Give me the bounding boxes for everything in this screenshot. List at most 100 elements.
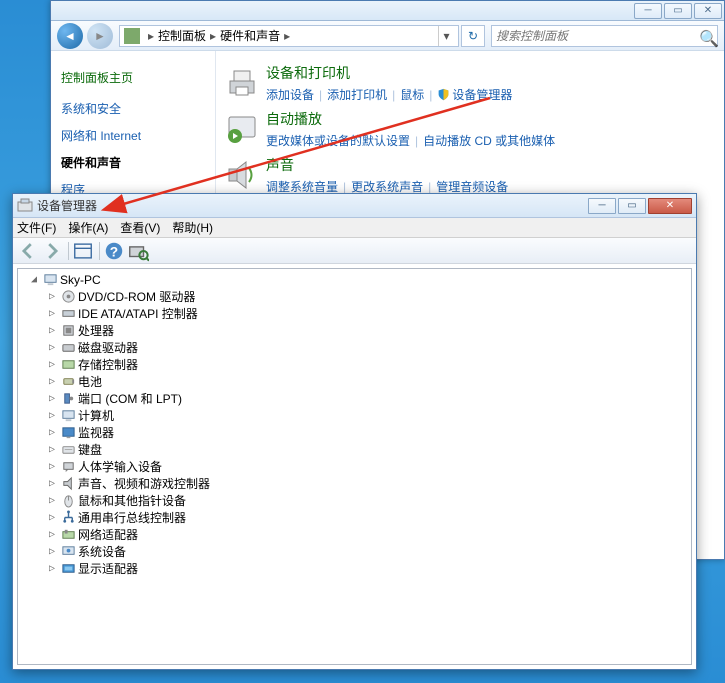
dm-tree[interactable]: ◢ Sky-PC ▷DVD/CD-ROM 驱动器▷IDE ATA/ATAPI 控… (17, 268, 692, 665)
dm-toolbar: ? (13, 238, 696, 264)
menu-view[interactable]: 查看(V) (120, 219, 160, 236)
search-box[interactable]: 🔍 (491, 25, 718, 47)
expand-closed-icon[interactable]: ▷ (46, 342, 58, 353)
expand-closed-icon[interactable]: ▷ (46, 359, 58, 370)
tree-node[interactable]: ▷计算机 (20, 407, 689, 424)
maximize-button[interactable]: ▭ (664, 3, 692, 19)
dm-titlebar[interactable]: 设备管理器 ─ ▭ ✕ (13, 194, 696, 218)
menu-action[interactable]: 操作(A) (68, 219, 108, 236)
tree-node[interactable]: ▷DVD/CD-ROM 驱动器 (20, 288, 689, 305)
category-title[interactable]: 自动播放 (266, 109, 555, 129)
category-autoplay: 自动播放 更改媒体或设备的默认设置| 自动播放 CD 或其他媒体 (222, 109, 718, 149)
autoplay-icon (222, 109, 262, 149)
category-sound: 声音 调整系统音量| 更改系统声音| 管理音频设备 (222, 155, 718, 195)
search-input[interactable] (496, 29, 699, 43)
tree-node[interactable]: ▷系统设备 (20, 543, 689, 560)
expand-closed-icon[interactable]: ▷ (46, 444, 58, 455)
cp-nav: ◄ ► ▸ 控制面板 ▸ 硬件和声音 ▸ ▾ ↻ 🔍 (51, 21, 724, 51)
tree-node[interactable]: ▷ IDE ATA/ATAPI 控制器 (20, 305, 689, 322)
tree-node-label: 通用串行总线控制器 (78, 509, 186, 526)
cp-link[interactable]: 更改媒体或设备的默认设置 (266, 132, 410, 149)
breadcrumb-dropdown[interactable]: ▾ (438, 26, 454, 46)
tree-node-label: IDE ATA/ATAPI 控制器 (78, 305, 198, 322)
sidebar-item[interactable]: 网络和 Internet (61, 127, 205, 144)
minimize-button[interactable]: ─ (634, 3, 662, 19)
sidebar-home[interactable]: 控制面板主页 (61, 69, 205, 86)
back-button[interactable]: ◄ (57, 23, 83, 49)
category-title[interactable]: 声音 (266, 155, 508, 175)
tree-node[interactable]: ▷端口 (COM 和 LPT) (20, 390, 689, 407)
forward-button[interactable]: ► (87, 23, 113, 49)
tree-node[interactable]: ▷ 显示适配器 (20, 560, 689, 577)
tree-node[interactable]: ▷电池 (20, 373, 689, 390)
cp-link-device-manager[interactable]: 设备管理器 (452, 86, 512, 103)
cp-link[interactable]: 添加设备 (266, 86, 314, 103)
tool-back[interactable] (17, 240, 39, 262)
device-category-icon (60, 306, 76, 322)
menu-help[interactable]: 帮助(H) (172, 219, 213, 236)
expand-closed-icon[interactable]: ▷ (46, 478, 58, 489)
expand-closed-icon[interactable]: ▷ (46, 563, 58, 574)
expand-closed-icon[interactable]: ▷ (46, 393, 58, 404)
category-title[interactable]: 设备和打印机 (266, 63, 512, 83)
tree-node-label: 存储控制器 (78, 356, 138, 373)
refresh-button[interactable]: ↻ (461, 25, 485, 47)
expand-closed-icon[interactable]: ▷ (46, 529, 58, 540)
search-icon[interactable]: 🔍 (699, 29, 713, 43)
printer-icon (222, 63, 262, 103)
expand-closed-icon[interactable]: ▷ (46, 495, 58, 506)
tree-node[interactable]: ▷网络适配器 (20, 526, 689, 543)
tree-root[interactable]: ◢ Sky-PC (20, 271, 689, 288)
expand-closed-icon[interactable]: ▷ (46, 512, 58, 523)
tree-node[interactable]: ▷键盘 (20, 441, 689, 458)
cp-link[interactable]: 鼠标 (400, 86, 424, 103)
device-category-icon (60, 527, 76, 543)
tool-forward[interactable] (41, 240, 63, 262)
cp-link[interactable]: 自动播放 CD 或其他媒体 (423, 132, 555, 149)
breadcrumb[interactable]: ▸ 控制面板 ▸ 硬件和声音 ▸ ▾ (119, 25, 459, 47)
tree-node[interactable]: ▷ 存储控制器 (20, 356, 689, 373)
cp-link[interactable]: 添加打印机 (327, 86, 387, 103)
device-category-icon (60, 374, 76, 390)
close-button[interactable]: ✕ (694, 3, 722, 19)
device-category-icon (60, 289, 76, 305)
tool-help[interactable]: ? (103, 240, 125, 262)
tool-show-hidden[interactable] (72, 240, 94, 262)
control-panel-icon (124, 28, 140, 44)
expand-closed-icon[interactable]: ▷ (46, 308, 58, 319)
expand-closed-icon[interactable]: ▷ (46, 291, 58, 302)
expand-closed-icon[interactable]: ▷ (46, 546, 58, 557)
tree-node[interactable]: ▷监视器 (20, 424, 689, 441)
expand-open-icon[interactable]: ◢ (28, 274, 40, 285)
expand-closed-icon[interactable]: ▷ (46, 325, 58, 336)
tree-node[interactable]: ▷鼠标和其他指针设备 (20, 492, 689, 509)
tree-root-label: Sky-PC (60, 273, 101, 287)
computer-icon (42, 272, 58, 288)
expand-closed-icon[interactable]: ▷ (46, 427, 58, 438)
menu-file[interactable]: 文件(F) (17, 219, 56, 236)
sidebar-item-active[interactable]: 硬件和声音 (61, 154, 205, 171)
maximize-button[interactable]: ▭ (618, 198, 646, 214)
expand-closed-icon[interactable]: ▷ (46, 376, 58, 387)
tree-node[interactable]: ▷磁盘驱动器 (20, 339, 689, 356)
expand-closed-icon[interactable]: ▷ (46, 410, 58, 421)
device-category-icon (60, 476, 76, 492)
cp-titlebar[interactable]: ─ ▭ ✕ (51, 1, 724, 21)
close-button[interactable]: ✕ (648, 198, 692, 214)
expand-closed-icon[interactable]: ▷ (46, 461, 58, 472)
category-links: 添加设备| 添加打印机| 鼠标| 设备管理器 (266, 86, 512, 103)
breadcrumb-seg[interactable]: 控制面板 (158, 27, 206, 44)
sidebar-item[interactable]: 系统和安全 (61, 100, 205, 117)
device-category-icon (60, 357, 76, 373)
tree-node[interactable]: ▷声音、视频和游戏控制器 (20, 475, 689, 492)
minimize-button[interactable]: ─ (588, 198, 616, 214)
tool-scan[interactable] (127, 240, 149, 262)
tree-node-label: 显示适配器 (78, 560, 138, 577)
tree-node[interactable]: ▷人体学输入设备 (20, 458, 689, 475)
tree-node[interactable]: ▷ 通用串行总线控制器 (20, 509, 689, 526)
tree-node[interactable]: ▷处理器 (20, 322, 689, 339)
breadcrumb-seg[interactable]: 硬件和声音 (220, 27, 280, 44)
category-devices-printers: 设备和打印机 添加设备| 添加打印机| 鼠标| 设备管理器 (222, 63, 718, 103)
category-links: 更改媒体或设备的默认设置| 自动播放 CD 或其他媒体 (266, 132, 555, 149)
device-category-icon (60, 544, 76, 560)
